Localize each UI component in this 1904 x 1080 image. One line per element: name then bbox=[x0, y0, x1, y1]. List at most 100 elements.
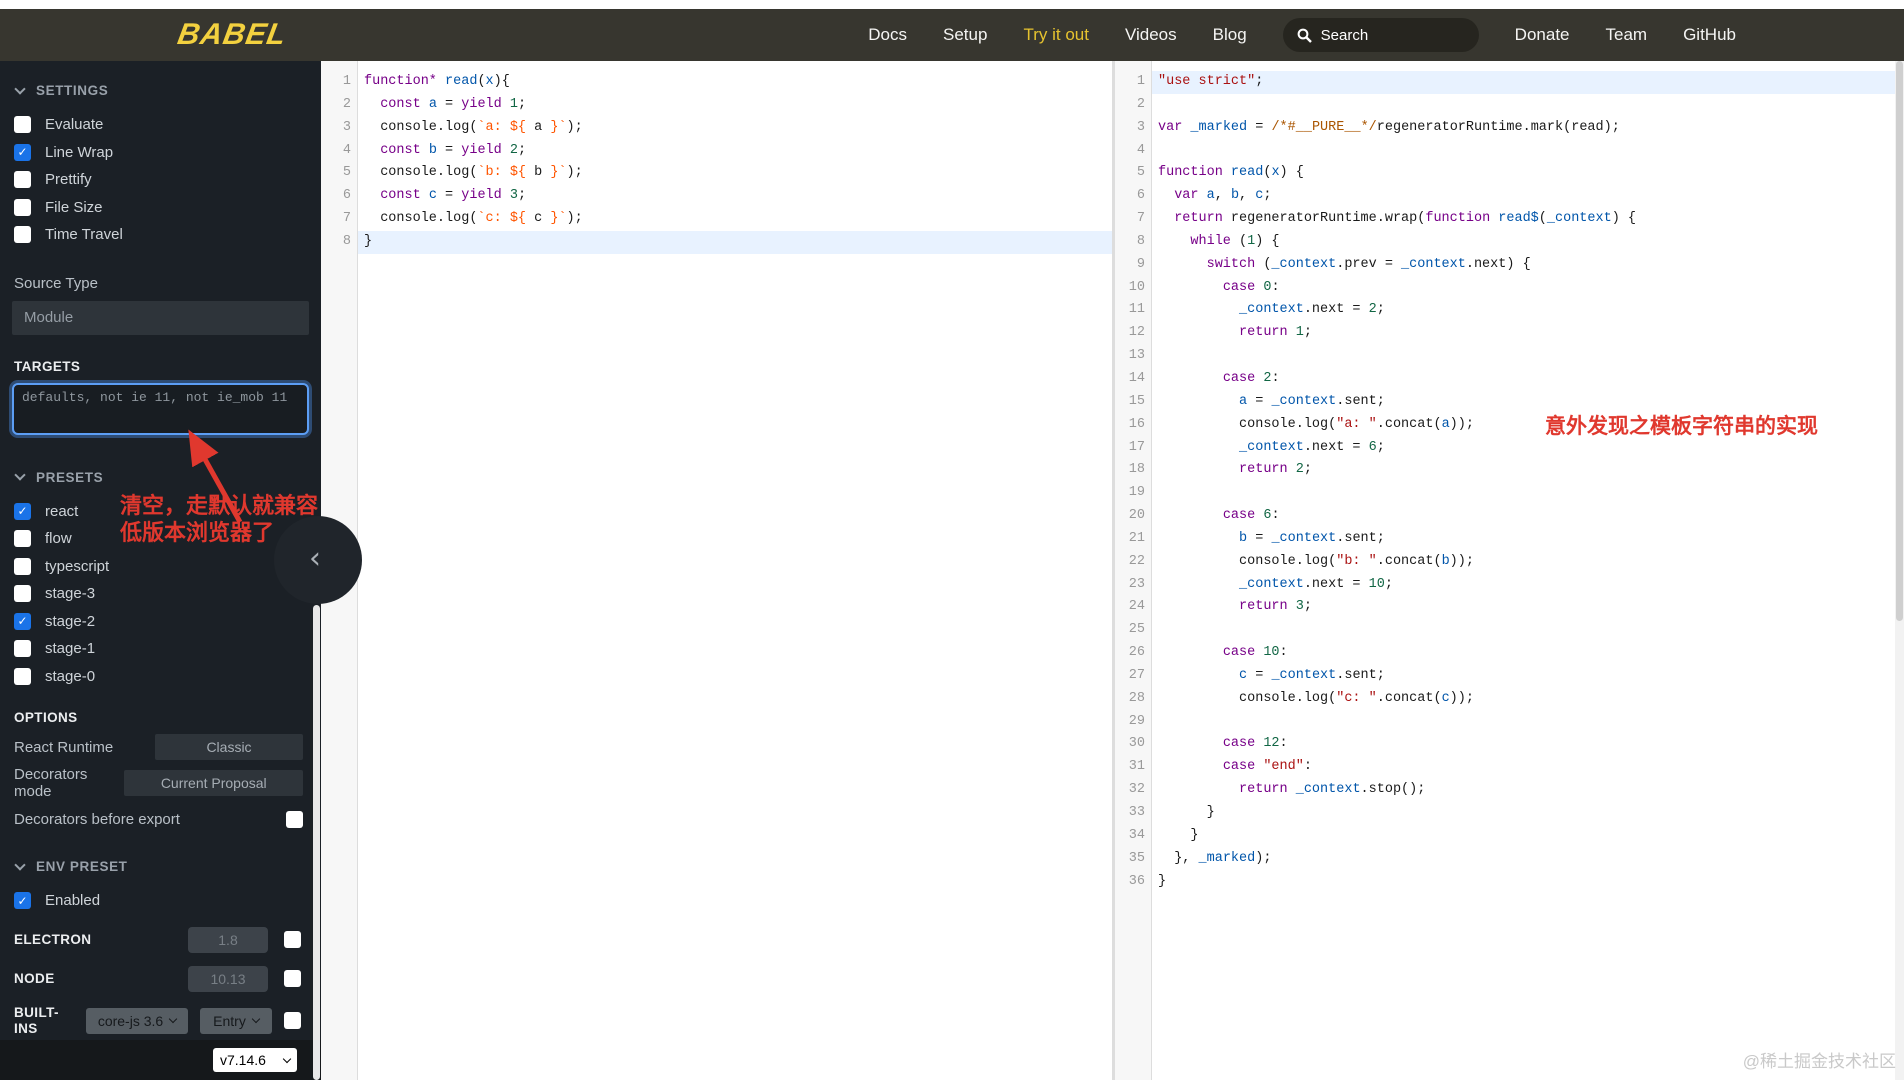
code-line-5[interactable]: function read(x) { bbox=[1152, 162, 1895, 185]
code-line-11[interactable]: _context.next = 2; bbox=[1152, 299, 1895, 322]
code-line-7[interactable]: return regeneratorRuntime.wrap(function … bbox=[1152, 208, 1895, 231]
decorators-before-export-checkbox[interactable] bbox=[286, 810, 303, 828]
code-line-30[interactable]: case 12: bbox=[1152, 733, 1895, 756]
preset-row-stage-1[interactable]: stage-1 bbox=[12, 635, 309, 663]
nav-link-docs[interactable]: Docs bbox=[868, 25, 907, 45]
code-line-8[interactable]: } bbox=[358, 230, 1112, 254]
code-line-4[interactable] bbox=[1152, 140, 1895, 163]
setting-row-time-travel[interactable]: Time Travel bbox=[12, 221, 309, 249]
code-line-22[interactable]: console.log("b: ".concat(b)); bbox=[1152, 551, 1895, 574]
sidebar: SETTINGS Evaluate ✓ Line Wrap Prettify File … bbox=[0, 61, 321, 1080]
node-version-input[interactable]: 10.13 bbox=[188, 965, 268, 992]
code-line-20[interactable]: case 6: bbox=[1152, 505, 1895, 528]
preset-row-stage-2[interactable]: ✓ stage-2 bbox=[12, 608, 309, 636]
code-line-1[interactable]: function* read(x){ bbox=[358, 71, 1112, 94]
preset-checkbox-react[interactable]: ✓ bbox=[14, 502, 31, 520]
preset-label-flow: flow bbox=[45, 530, 72, 548]
sidebar-scrollbar[interactable] bbox=[313, 605, 320, 1080]
preset-checkbox-stage-0[interactable] bbox=[14, 667, 31, 685]
preset-row-typescript[interactable]: typescript bbox=[12, 553, 309, 581]
setting-row-evaluate[interactable]: Evaluate bbox=[12, 111, 309, 139]
decorators-mode-select[interactable]: Current Proposal bbox=[124, 770, 303, 796]
nav-link-blog[interactable]: Blog bbox=[1213, 25, 1247, 45]
code-line-5[interactable]: console.log(`b: ${ b }`); bbox=[358, 162, 1112, 185]
nav-link-videos[interactable]: Videos bbox=[1125, 25, 1177, 45]
code-line-10[interactable]: case 0: bbox=[1152, 277, 1895, 300]
nav-search[interactable] bbox=[1282, 18, 1479, 52]
settings-section-header[interactable]: SETTINGS bbox=[14, 82, 307, 98]
output-editor-code[interactable]: "use strict"; var _marked = /*#__PURE__*/… bbox=[1152, 61, 1895, 1080]
code-line-34[interactable]: } bbox=[1152, 825, 1895, 848]
setting-checkbox-evaluate[interactable] bbox=[14, 116, 31, 134]
search-input[interactable] bbox=[1320, 26, 1451, 44]
env-preset-section-header[interactable]: ENV PRESET bbox=[14, 858, 307, 874]
electron-version-input[interactable]: 1.8 bbox=[188, 926, 268, 953]
code-line-4[interactable]: const b = yield 2; bbox=[358, 140, 1112, 163]
code-line-2[interactable]: const a = yield 1; bbox=[358, 94, 1112, 117]
code-line-6[interactable]: const c = yield 3; bbox=[358, 185, 1112, 208]
source-type-select[interactable]: Module bbox=[12, 300, 309, 335]
code-line-19[interactable] bbox=[1152, 482, 1895, 505]
nav-link-try-it-out[interactable]: Try it out bbox=[1023, 25, 1089, 45]
code-line-14[interactable]: case 2: bbox=[1152, 368, 1895, 391]
electron-checkbox[interactable] bbox=[284, 931, 301, 948]
builtins-entry-select[interactable]: Entry bbox=[200, 1007, 272, 1034]
code-line-28[interactable]: console.log("c: ".concat(c)); bbox=[1152, 688, 1895, 711]
babel-version-select[interactable]: v7.14.6 bbox=[213, 1048, 297, 1072]
code-line-12[interactable]: return 1; bbox=[1152, 322, 1895, 345]
code-line-29[interactable] bbox=[1152, 711, 1895, 734]
code-line-2[interactable] bbox=[1152, 94, 1895, 117]
setting-checkbox-prettify[interactable] bbox=[14, 171, 31, 189]
decorators-before-export-row: Decorators before export bbox=[12, 805, 309, 833]
code-line-9[interactable]: switch (_context.prev = _context.next) { bbox=[1152, 254, 1895, 277]
code-line-1[interactable]: "use strict"; bbox=[1152, 71, 1895, 94]
babel-logo[interactable]: BABEL bbox=[175, 18, 289, 52]
code-line-8[interactable]: while (1) { bbox=[1152, 231, 1895, 254]
preset-checkbox-flow[interactable] bbox=[14, 530, 31, 548]
setting-checkbox-line-wrap[interactable]: ✓ bbox=[14, 143, 31, 161]
code-line-7[interactable]: console.log(`c: ${ c }`); bbox=[358, 208, 1112, 231]
nav-link-team[interactable]: Team bbox=[1606, 25, 1648, 45]
page-scrollbar[interactable] bbox=[1895, 61, 1904, 1080]
code-line-35[interactable]: }, _marked); bbox=[1152, 848, 1895, 871]
code-line-6[interactable]: var a, b, c; bbox=[1152, 185, 1895, 208]
env-checkbox-enabled[interactable]: ✓ bbox=[14, 892, 31, 910]
electron-label: ELECTRON bbox=[14, 932, 92, 947]
setting-checkbox-time-travel[interactable] bbox=[14, 226, 31, 244]
setting-row-line-wrap[interactable]: ✓ Line Wrap bbox=[12, 139, 309, 167]
code-line-33[interactable]: } bbox=[1152, 802, 1895, 825]
preset-checkbox-stage-3[interactable] bbox=[14, 585, 31, 603]
setting-row-file-size[interactable]: File Size bbox=[12, 194, 309, 222]
code-line-25[interactable] bbox=[1152, 619, 1895, 642]
builtins-checkbox[interactable] bbox=[284, 1012, 301, 1029]
chevron-down-icon bbox=[14, 469, 26, 481]
preset-checkbox-typescript[interactable] bbox=[14, 557, 31, 575]
code-line-3[interactable]: var _marked = /*#__PURE__*/regeneratorRu… bbox=[1152, 117, 1895, 140]
code-line-3[interactable]: console.log(`a: ${ a }`); bbox=[358, 117, 1112, 140]
react-runtime-select[interactable]: Classic bbox=[155, 734, 303, 760]
code-line-36[interactable]: } bbox=[1152, 871, 1895, 894]
env-row-enabled[interactable]: ✓ Enabled bbox=[12, 887, 309, 915]
builtins-corejs-select[interactable]: core-js 3.6 bbox=[86, 1007, 188, 1034]
code-line-21[interactable]: b = _context.sent; bbox=[1152, 528, 1895, 551]
nav-link-github[interactable]: GitHub bbox=[1683, 25, 1736, 45]
code-line-13[interactable] bbox=[1152, 345, 1895, 368]
code-line-27[interactable]: c = _context.sent; bbox=[1152, 665, 1895, 688]
node-checkbox[interactable] bbox=[284, 970, 301, 987]
setting-row-prettify[interactable]: Prettify bbox=[12, 166, 309, 194]
code-line-24[interactable]: return 3; bbox=[1152, 596, 1895, 619]
preset-checkbox-stage-2[interactable]: ✓ bbox=[14, 612, 31, 630]
code-line-32[interactable]: return _context.stop(); bbox=[1152, 779, 1895, 802]
source-editor-code[interactable]: function* read(x){ const a = yield 1; co… bbox=[358, 61, 1112, 1080]
sidebar-collapse-button[interactable]: ‹ bbox=[274, 516, 362, 604]
nav-link-setup[interactable]: Setup bbox=[943, 25, 987, 45]
code-line-18[interactable]: return 2; bbox=[1152, 459, 1895, 482]
setting-checkbox-file-size[interactable] bbox=[14, 198, 31, 216]
code-line-23[interactable]: _context.next = 10; bbox=[1152, 574, 1895, 597]
preset-row-stage-0[interactable]: stage-0 bbox=[12, 663, 309, 691]
code-line-31[interactable]: case "end": bbox=[1152, 756, 1895, 779]
code-line-26[interactable]: case 10: bbox=[1152, 642, 1895, 665]
preset-checkbox-stage-1[interactable] bbox=[14, 640, 31, 658]
preset-row-stage-3[interactable]: stage-3 bbox=[12, 580, 309, 608]
nav-link-donate[interactable]: Donate bbox=[1515, 25, 1570, 45]
